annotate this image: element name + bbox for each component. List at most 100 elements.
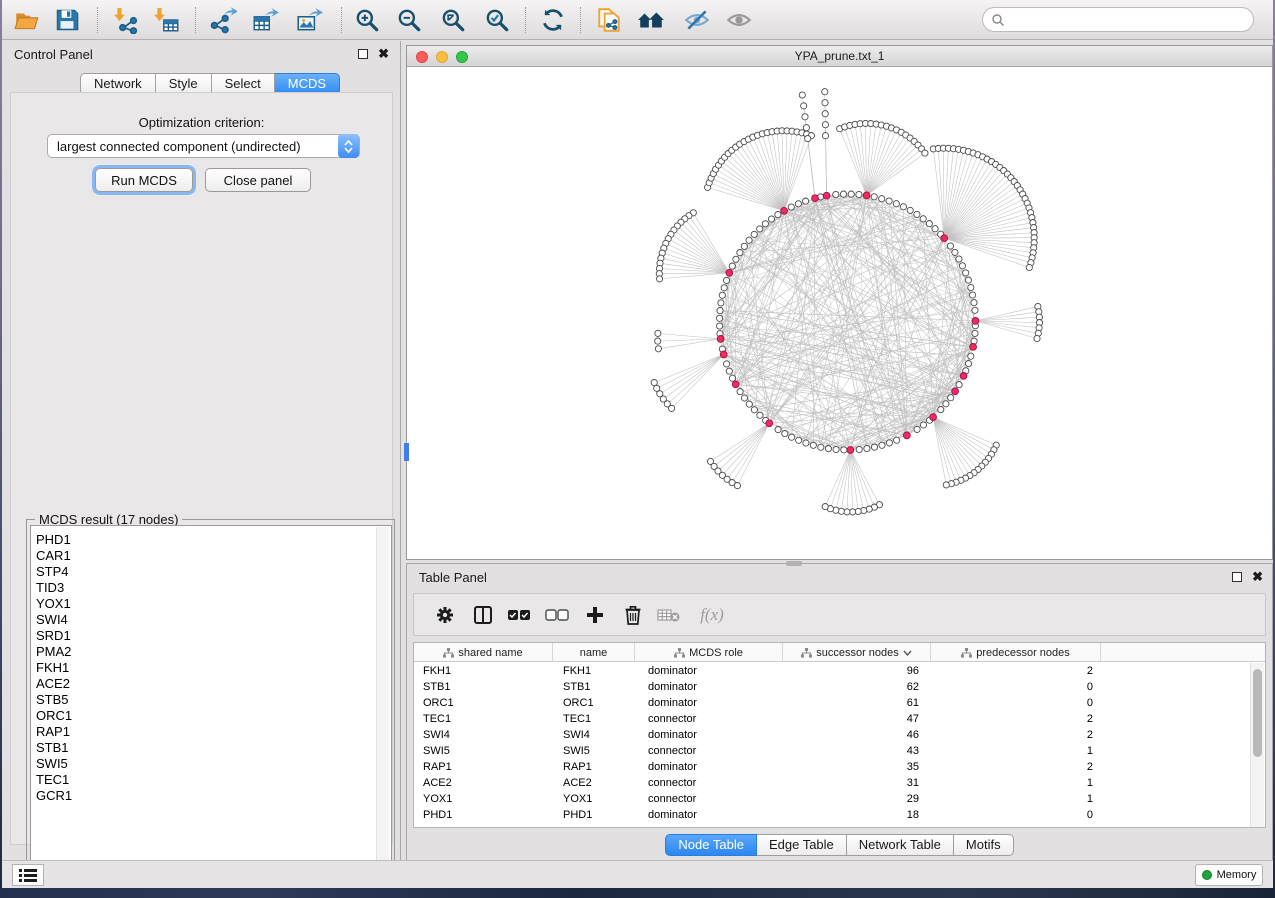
table-panel-tabs: Node TableEdge TableNetwork TableMotifs (407, 834, 1272, 856)
export-table-icon[interactable] (248, 4, 282, 36)
column-header-MCDS-role[interactable]: MCDS role (635, 643, 783, 662)
float-table-panel-icon[interactable] (1232, 572, 1242, 582)
mcds-result-item[interactable]: TID3 (31, 580, 391, 596)
table-cell: 18 (783, 807, 931, 823)
mcds-result-item[interactable]: STB1 (31, 740, 391, 756)
deselect-all-icon[interactable] (542, 600, 572, 630)
column-header-label: name (580, 647, 608, 659)
run-mcds-button[interactable]: Run MCDS (95, 168, 193, 192)
column-header-predecessor-nodes[interactable]: predecessor nodes (931, 643, 1101, 662)
mcds-result-item[interactable]: ACE2 (31, 676, 391, 692)
toolbar-separator (580, 7, 581, 33)
import-table-icon[interactable] (150, 4, 184, 36)
table-row[interactable]: RAP1RAP1dominator352 (414, 759, 1265, 775)
open-session-icon[interactable] (10, 4, 44, 36)
column-header-label: predecessor nodes (976, 647, 1070, 659)
network-canvas[interactable] (407, 67, 1272, 559)
table-cell: PHD1 (553, 807, 635, 823)
mcds-result-item[interactable]: RAP1 (31, 724, 391, 740)
float-panel-icon[interactable] (358, 49, 368, 59)
column-header-shared-name[interactable]: shared name (414, 643, 553, 662)
refresh-layout-icon[interactable] (536, 4, 570, 36)
table-row[interactable]: SWI5SWI5connector431 (414, 743, 1265, 759)
mcds-result-item[interactable]: STP4 (31, 564, 391, 580)
table-row[interactable]: STB1STB1dominator620 (414, 679, 1265, 695)
destroy-column-icon[interactable] (654, 600, 684, 630)
column-header-label: successor nodes (816, 647, 899, 659)
export-image-icon[interactable] (292, 4, 326, 36)
mcds-result-item[interactable]: PHD1 (31, 532, 391, 548)
memory-label: Memory (1217, 869, 1257, 881)
table-cell: dominator (635, 679, 783, 695)
hide-selected-icon[interactable] (680, 4, 714, 36)
show-hidden-icon[interactable] (722, 4, 756, 36)
close-table-panel-icon[interactable]: ✖ (1252, 569, 1263, 585)
mcds-result-item[interactable]: SWI5 (31, 756, 391, 772)
tab-node-table[interactable]: Node Table (665, 834, 757, 856)
table-cell: 2 (931, 727, 1101, 743)
zoom-in-icon[interactable] (350, 4, 384, 36)
application-window: Control Panel ✖ NetworkStyleSelectMCDS O… (2, 0, 1273, 888)
criterion-dropdown[interactable]: largest connected component (undirected) (47, 134, 360, 158)
table-scrollbar-thumb[interactable] (1253, 669, 1262, 757)
search-input[interactable] (1005, 13, 1253, 27)
tab-network-table[interactable]: Network Table (847, 834, 954, 856)
select-all-check-icon[interactable] (504, 600, 534, 630)
zoom-out-icon[interactable] (392, 4, 426, 36)
mcds-result-item[interactable]: TEC1 (31, 772, 391, 788)
column-header-successor-nodes[interactable]: successor nodes (783, 643, 931, 662)
delete-selected-icon[interactable] (618, 600, 648, 630)
table-cell: SWI4 (553, 727, 635, 743)
tab-motifs[interactable]: Motifs (954, 834, 1014, 856)
show-all-view-icon[interactable] (634, 4, 668, 36)
search-field[interactable] (982, 7, 1254, 32)
mcds-result-item[interactable]: PMA2 (31, 644, 391, 660)
table-scrollbar[interactable] (1250, 663, 1264, 828)
column-header-name[interactable]: name (553, 643, 635, 662)
vertical-splitter-handle[interactable] (404, 443, 409, 461)
mcds-result-item[interactable]: CAR1 (31, 548, 391, 564)
apply-function-icon[interactable]: f(x) (692, 600, 732, 630)
network-window-titlebar[interactable]: YPA_prune.txt_1 (407, 46, 1272, 67)
mcds-result-item[interactable]: YOX1 (31, 596, 391, 612)
table-row[interactable]: YOX1YOX1connector291 (414, 791, 1265, 807)
control-panel-title: Control Panel (14, 47, 93, 62)
control-panel: Control Panel ✖ NetworkStyleSelectMCDS O… (2, 41, 401, 860)
mcds-result-item[interactable]: GCR1 (31, 788, 391, 804)
show-columns-panel-icon[interactable] (468, 600, 498, 630)
zoom-fit-icon[interactable] (436, 4, 470, 36)
table-row[interactable]: TEC1TEC1connector472 (414, 711, 1265, 727)
table-row[interactable]: SWI4SWI4dominator462 (414, 727, 1265, 743)
table-options-gear-icon[interactable] (430, 600, 460, 630)
mcds-result-item[interactable]: ORC1 (31, 708, 391, 724)
table-cell: 61 (783, 695, 931, 711)
table-cell: PHD1 (414, 807, 553, 823)
mcds-result-item[interactable]: SRD1 (31, 628, 391, 644)
save-session-icon[interactable] (50, 4, 84, 36)
clone-network-icon[interactable] (592, 4, 626, 36)
table-row[interactable]: ORC1ORC1dominator610 (414, 695, 1265, 711)
add-row-icon[interactable] (580, 600, 610, 630)
table-cell: RAP1 (414, 759, 553, 775)
import-network-icon[interactable] (110, 4, 144, 36)
close-panel-icon[interactable]: ✖ (378, 46, 389, 62)
zoom-selected-icon[interactable] (480, 4, 514, 36)
mcds-result-item[interactable]: FKH1 (31, 660, 391, 676)
close-panel-button[interactable]: Close panel (205, 168, 311, 192)
tab-edge-table[interactable]: Edge Table (757, 834, 847, 856)
mcds-result-item[interactable]: SWI4 (31, 612, 391, 628)
memory-button[interactable]: Memory (1195, 864, 1263, 886)
mcds-list-scrollbar[interactable] (376, 527, 389, 885)
table-cell: FKH1 (553, 663, 635, 679)
mcds-result-list[interactable]: PHD1CAR1STP4TID3YOX1SWI4SRD1PMA2FKH1ACE2… (30, 525, 392, 887)
mcds-result-item[interactable]: STB5 (31, 692, 391, 708)
table-row[interactable]: ACE2ACE2connector311 (414, 775, 1265, 791)
table-cell: 1 (931, 775, 1101, 791)
table-row[interactable]: FKH1FKH1dominator962 (414, 663, 1265, 679)
column-attribute-icon (801, 648, 812, 658)
table-cell: dominator (635, 663, 783, 679)
export-network-icon[interactable] (206, 4, 240, 36)
table-cell: connector (635, 743, 783, 759)
table-row[interactable]: PHD1PHD1dominator180 (414, 807, 1265, 823)
show-panel-list-icon[interactable] (12, 864, 44, 886)
